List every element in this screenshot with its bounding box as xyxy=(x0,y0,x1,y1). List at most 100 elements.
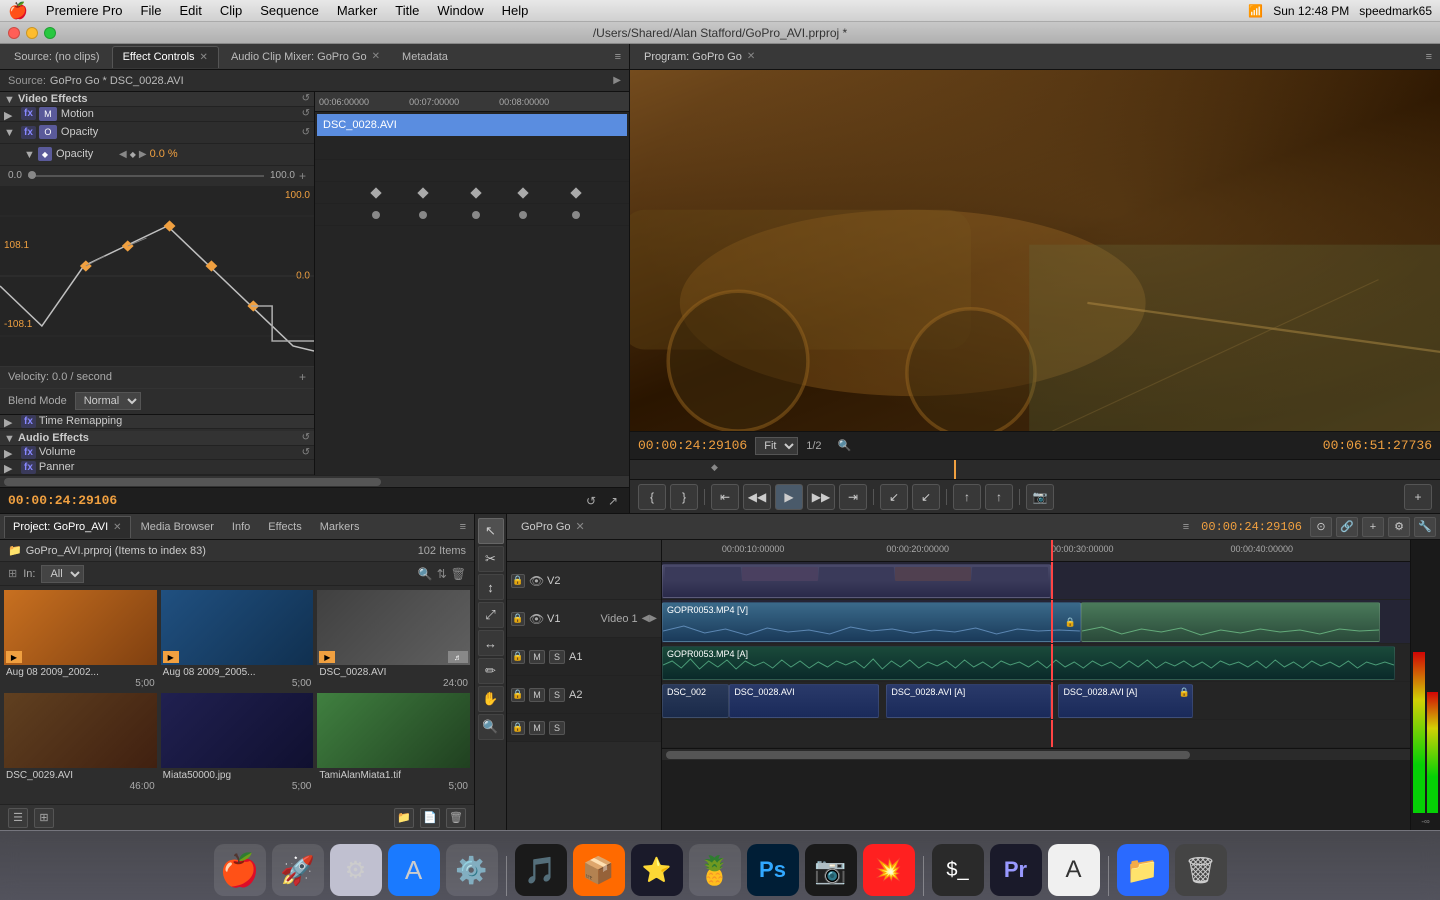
velocity-add-btn[interactable]: + xyxy=(299,370,306,384)
project-item-2[interactable]: ▶ ♬ DSC_0028.AVI 24:00 xyxy=(317,590,470,689)
dock-camera[interactable]: 📷 xyxy=(805,844,857,896)
timeline-panel-menu[interactable]: ≡ xyxy=(1179,521,1193,533)
dock-launchpad[interactable]: 🚀 xyxy=(272,844,324,896)
a2-clip-dsc002[interactable]: DSC_002 xyxy=(662,684,729,718)
opacity-add-kf[interactable]: + xyxy=(299,169,306,183)
source-nav-arrow[interactable]: ▶ xyxy=(613,75,621,86)
audio-kf-dot-4[interactable] xyxy=(519,211,527,219)
a1-solo[interactable]: S xyxy=(549,650,565,664)
ec-scroll-thumb[interactable] xyxy=(4,478,381,486)
motion-reset[interactable]: ↺ xyxy=(302,108,310,119)
menu-edit[interactable]: Edit xyxy=(179,3,201,18)
program-out-timecode[interactable]: 00:06:51:27736 xyxy=(1323,438,1432,453)
transport-lift[interactable]: ↑ xyxy=(953,484,981,510)
a2-clip-dsc0028-1[interactable]: DSC_0028.AVI xyxy=(729,684,879,718)
tool-ripple[interactable]: ↕ xyxy=(478,574,504,600)
dock-pineapple[interactable]: 🍍 xyxy=(689,844,741,896)
opacity-effect-header[interactable]: ▼ fx O Opacity ↺ xyxy=(0,122,314,144)
panner-effect-item[interactable]: ▶ fx Panner xyxy=(0,460,314,475)
audio-kf-dot-3[interactable] xyxy=(472,211,480,219)
opacity-reset[interactable]: ↺ xyxy=(302,127,310,138)
a2-solo[interactable]: S xyxy=(549,688,565,702)
timeline-playhead[interactable] xyxy=(1051,540,1053,561)
search-filter-select[interactable]: All xyxy=(41,565,84,583)
kf-diamond-4[interactable] xyxy=(517,187,528,198)
tool-razor[interactable]: ✂ xyxy=(478,546,504,572)
volume-reset[interactable]: ↺ xyxy=(302,447,310,458)
ec-scrollbar[interactable] xyxy=(0,475,629,487)
tool-hand[interactable]: ✋ xyxy=(478,686,504,712)
menu-premiere-pro[interactable]: Premiere Pro xyxy=(46,3,123,18)
audio-effects-header[interactable]: ▼ Audio Effects ↺ xyxy=(0,431,314,446)
blend-mode-select[interactable]: Normal xyxy=(75,392,141,410)
timeline-tab-close[interactable]: ✕ xyxy=(576,520,585,533)
audio-kf-dot-2[interactable] xyxy=(419,211,427,219)
tool-rate-stretch[interactable]: ⤢ xyxy=(478,602,504,628)
transport-step-back[interactable]: ◀◀ xyxy=(743,484,771,510)
audio-mixer-close[interactable]: ✕ xyxy=(372,51,380,62)
tl-scroll-thumb[interactable] xyxy=(666,751,1190,759)
view-toggle[interactable]: ⊞ xyxy=(8,567,17,580)
timeline-scrollbar-h[interactable] xyxy=(662,748,1410,760)
volume-effect-item[interactable]: ▶ fx Volume ↺ xyxy=(0,446,314,461)
dock-prefs[interactable]: ⚙️ xyxy=(446,844,498,896)
a3-lock[interactable]: 🔒 xyxy=(511,721,525,735)
ec-export-btn[interactable]: ↗ xyxy=(605,493,621,509)
tl-wrench[interactable]: 🔧 xyxy=(1414,517,1436,537)
menu-help[interactable]: Help xyxy=(502,3,529,18)
dock-app16[interactable]: A xyxy=(1048,844,1100,896)
dock-activity[interactable]: ⚙ xyxy=(330,844,382,896)
tl-add-edit[interactable]: + xyxy=(1362,517,1384,537)
motion-effect-item[interactable]: ▶ fx M Motion ↺ xyxy=(0,107,314,122)
kf-diamond-5[interactable] xyxy=(571,187,582,198)
tab-source[interactable]: Source: (no clips) xyxy=(4,46,110,68)
program-tab-close[interactable]: ✕ xyxy=(747,51,755,62)
program-scrubber[interactable]: ◆ xyxy=(630,459,1440,479)
tool-selection[interactable]: ↖ xyxy=(478,518,504,544)
time-remapping-header[interactable]: ▶ fx Time Remapping xyxy=(0,414,314,429)
v2-lock[interactable]: 🔒 xyxy=(511,574,525,588)
dock-logicpro[interactable]: ⭐ xyxy=(631,844,683,896)
ec-clip-label[interactable]: DSC_0028.AVI xyxy=(317,114,627,136)
program-zoom-icon[interactable]: 🔍 xyxy=(838,439,852,452)
a1-lock[interactable]: 🔒 xyxy=(511,650,525,664)
project-item-5[interactable]: TamiAlanMiata1.tif 5;00 xyxy=(317,693,470,792)
project-item-0[interactable]: ▶ Aug 08 2009_2002... 5;00 xyxy=(4,590,157,689)
tab-gopro-go[interactable]: GoPro Go ✕ xyxy=(511,516,595,538)
tab-media-browser[interactable]: Media Browser xyxy=(133,516,222,538)
audio-kf-dot-5[interactable] xyxy=(572,211,580,219)
transport-mark-in[interactable]: { xyxy=(638,484,666,510)
proj-new-item[interactable]: 📄 xyxy=(420,808,440,828)
dock-finder2[interactable]: 📁 xyxy=(1117,844,1169,896)
transport-play[interactable]: ▶ xyxy=(775,484,803,510)
program-fit-select[interactable]: Fit xyxy=(755,437,798,455)
apple-menu[interactable]: 🍎 xyxy=(8,1,28,21)
proj-new-bin[interactable]: 📁 xyxy=(394,808,414,828)
a2-lock[interactable]: 🔒 xyxy=(511,688,525,702)
tab-effect-controls[interactable]: Effect Controls ✕ xyxy=(112,46,219,68)
video-effects-reset[interactable]: ↺ xyxy=(302,93,310,104)
tab-program-gopro[interactable]: Program: GoPro Go ✕ xyxy=(634,46,765,68)
tool-zoom[interactable]: 🔍 xyxy=(478,714,504,740)
kf-diamond-1[interactable] xyxy=(370,187,381,198)
project-item-4[interactable]: Miata50000.jpg 5;00 xyxy=(161,693,314,792)
sort-icon[interactable]: ⇅ xyxy=(437,567,447,581)
proj-list-view[interactable]: ☰ xyxy=(8,808,28,828)
wifi-icon[interactable]: 📶 xyxy=(1248,4,1263,18)
a1-clip-gopr0053[interactable]: GOPR0053.MP4 [A] xyxy=(662,646,1395,680)
dock-finder[interactable]: 🍎 xyxy=(214,844,266,896)
tl-linked-toggle[interactable]: 🔗 xyxy=(1336,517,1358,537)
video-effects-header[interactable]: ▼ Video Effects ↺ xyxy=(0,92,314,107)
project-tab-close[interactable]: ✕ xyxy=(113,522,121,533)
transport-overwrite[interactable]: ↙ xyxy=(912,484,940,510)
v1-lock[interactable]: 🔒 xyxy=(511,612,525,626)
transport-extract[interactable]: ↑ xyxy=(985,484,1013,510)
dock-terminal[interactable]: $_ xyxy=(932,844,984,896)
tab-markers[interactable]: Markers xyxy=(312,516,368,538)
v2-eye[interactable]: 👁 xyxy=(529,574,543,588)
proj-icon-view[interactable]: ⊞ xyxy=(34,808,54,828)
opacity-slider[interactable] xyxy=(28,175,264,177)
a3-solo[interactable]: S xyxy=(549,721,565,735)
transport-add[interactable]: + xyxy=(1404,484,1432,510)
program-panel-menu[interactable]: ≡ xyxy=(1422,51,1436,63)
